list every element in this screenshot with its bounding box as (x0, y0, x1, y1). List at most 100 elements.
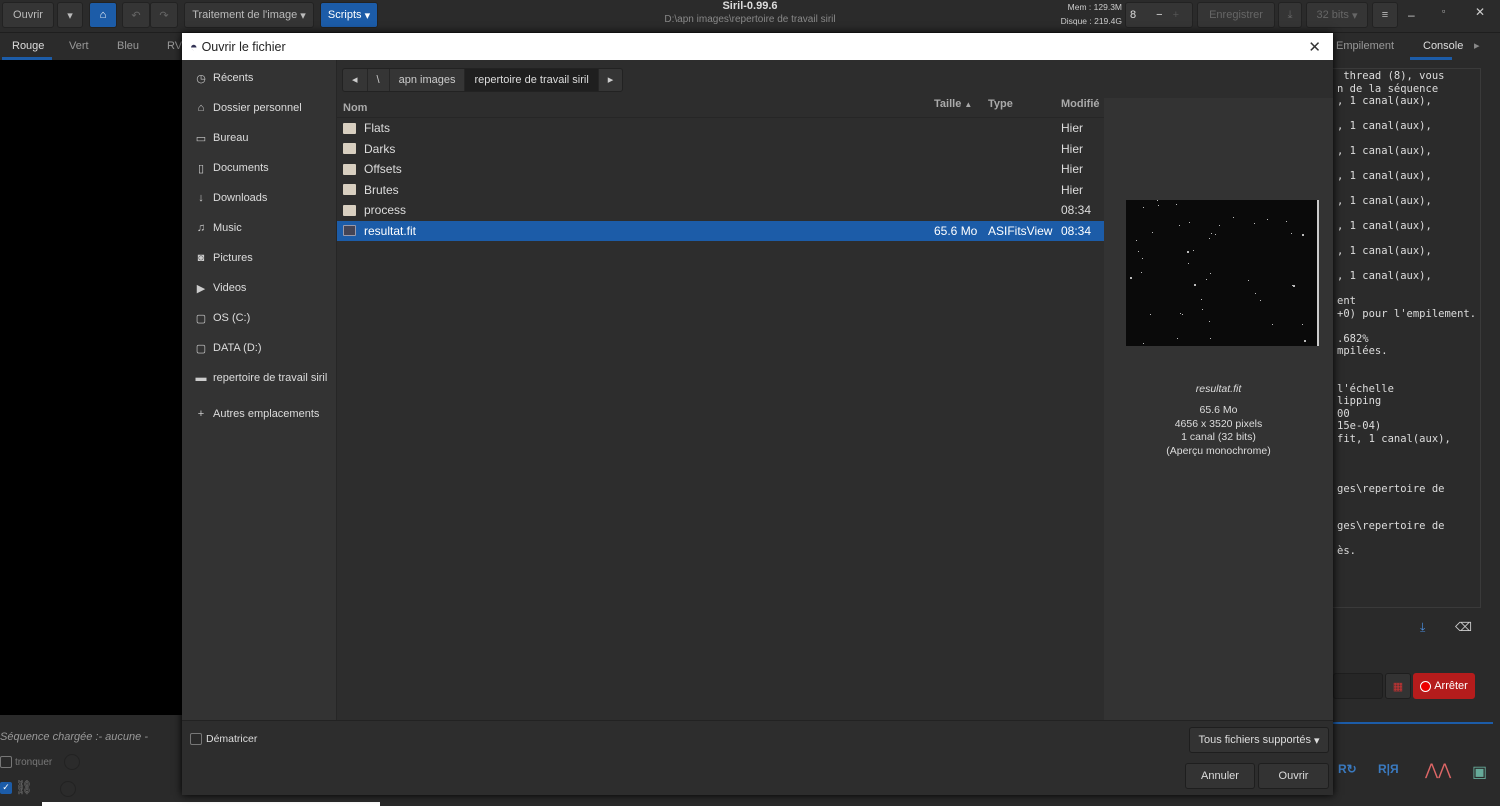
rotate-icon[interactable]: R↻ (1338, 762, 1357, 776)
col-name[interactable]: Nom (337, 98, 930, 117)
file-row[interactable]: resultat.fit 65.6 Mo ASIFitsView 08:34 (337, 220, 1104, 241)
close-window-icon[interactable]: ✕ (1475, 5, 1485, 19)
crumb-forward-icon[interactable]: ▸ (599, 69, 623, 91)
console-line: +0) pour l'empilement. (1337, 307, 1477, 320)
file-filter-select[interactable]: Tous fichiers supportés ▾ (1189, 727, 1329, 753)
crumb-root[interactable]: \ (368, 69, 390, 91)
scripts-menu[interactable]: Scripts ▾ (320, 2, 378, 28)
open-button[interactable]: Ouvrir (2, 2, 54, 28)
star-dot (1151, 232, 1153, 234)
place-downloads[interactable]: ↓ Downloads (194, 188, 267, 208)
file-row[interactable]: Flats Hier (337, 118, 1104, 139)
undo-icon[interactable]: ↶ (122, 2, 150, 28)
tab-console[interactable]: Console (1410, 33, 1463, 60)
label: Récents (213, 72, 254, 84)
cancel-button[interactable]: Annuler (1185, 763, 1255, 789)
menu-icon[interactable]: ≡ (1372, 2, 1398, 28)
close-icon[interactable]: ✕ (1308, 38, 1321, 56)
clear-console-icon[interactable]: ⌫ (1455, 620, 1472, 634)
crumb-back-icon[interactable]: ◂ (343, 69, 368, 91)
tab-rouge[interactable]: Rouge (2, 33, 52, 60)
redo-icon[interactable]: ↷ (150, 2, 178, 28)
value: 8 (1130, 9, 1137, 21)
file-modified: 08:34 (1061, 223, 1092, 238)
open-menu-button[interactable]: ▾ (57, 2, 83, 28)
place-videos[interactable]: ▶ Videos (194, 278, 247, 298)
file-row[interactable]: Offsets Hier (337, 159, 1104, 180)
download-icon: ↓ (198, 192, 204, 204)
open-file-button[interactable]: Ouvrir (1258, 763, 1329, 789)
link-checkbox[interactable]: ✓ (0, 782, 12, 794)
image-viewer[interactable] (0, 60, 182, 715)
col-modified[interactable]: Modifié (1057, 98, 1104, 117)
star-dot (1179, 224, 1181, 226)
image-stack-icon[interactable]: ▣ (1472, 762, 1487, 782)
place-dossier-personnel[interactable]: ⌂ Dossier personnel (194, 98, 302, 118)
drive-icon: ▢ (195, 312, 207, 325)
debayer-checkbox[interactable]: Dématricer (190, 733, 257, 745)
drive-icon: ▢ (195, 342, 207, 355)
mirror-icon[interactable]: R|Я (1378, 762, 1399, 776)
star-dot (1187, 251, 1190, 254)
file-name: Brutes (364, 182, 399, 197)
place-bureau[interactable]: ▭ Bureau (194, 128, 249, 148)
label: Tous fichiers supportés (1198, 734, 1311, 746)
crumb-apn-images[interactable]: apn images (390, 69, 466, 91)
save-as-icon[interactable]: ⤓ (1278, 2, 1302, 28)
star-dot (1158, 205, 1160, 207)
star-dot (1176, 203, 1178, 205)
place-other-locations[interactable]: + Autres emplacements (194, 404, 320, 424)
slider-handle-2[interactable] (60, 781, 76, 797)
threads-spinner[interactable]: 8− + (1125, 2, 1193, 28)
tab-empilement[interactable]: Empilement (1336, 33, 1394, 60)
star-dot (1205, 279, 1207, 281)
music-icon: ♫ (196, 222, 206, 234)
place-pictures[interactable]: ◙ Pictures (194, 248, 253, 268)
star-dot (1143, 206, 1145, 208)
scroll-to-end-icon[interactable]: ⤓ (1420, 620, 1425, 635)
tab-bleu[interactable]: Bleu (117, 33, 139, 60)
histogram-icon[interactable]: ⋀⋀ (1425, 760, 1451, 780)
checkbox[interactable] (190, 733, 202, 745)
truncate-checkbox[interactable]: tronquer (0, 756, 52, 768)
place-data-d-[interactable]: ▢ DATA (D:) (194, 338, 262, 358)
script-icon[interactable]: ▦ (1385, 673, 1411, 699)
file-row[interactable]: Brutes Hier (337, 180, 1104, 201)
bit-depth-select[interactable]: 32 bits ▾ (1306, 2, 1368, 28)
file-modified: Hier (1061, 182, 1084, 197)
maximize-icon[interactable]: ▫ (1442, 6, 1445, 16)
star-dot (1140, 271, 1142, 273)
star-dot (1192, 250, 1194, 252)
col-type[interactable]: Type (984, 98, 1057, 117)
console-line: , 1 canal(aux), (1337, 245, 1432, 257)
command-input[interactable] (1333, 673, 1383, 699)
star-dot (1157, 200, 1159, 202)
label: DATA (D:) (213, 342, 262, 354)
save-button[interactable]: Enregistrer (1197, 2, 1275, 28)
place-documents[interactable]: ▯ Documents (194, 158, 269, 178)
minimize-icon[interactable]: – (1408, 8, 1415, 22)
stop-button[interactable]: Arrêter (1413, 673, 1475, 699)
tabs-scroll-right-icon[interactable]: ▸ (1474, 33, 1480, 60)
place-repertoire-de-travail-siril[interactable]: ▬ repertoire de travail siril (194, 368, 328, 388)
place-r-cents[interactable]: ◷ Récents (194, 68, 253, 88)
star-dot (1142, 258, 1144, 260)
tab-vert[interactable]: Vert (69, 33, 89, 60)
star-dot (1135, 240, 1137, 242)
file-modified: Hier (1061, 141, 1084, 156)
home-icon[interactable]: ⌂ (89, 2, 117, 28)
image-processing-menu[interactable]: Traitement de l'image ▾ (184, 2, 314, 28)
star-dot (1232, 216, 1234, 218)
star-dot (1210, 337, 1212, 339)
place-os-c-[interactable]: ▢ OS (C:) (194, 308, 250, 328)
star-dot (1188, 222, 1190, 224)
col-size[interactable]: Taille ▲ (930, 98, 984, 117)
place-music[interactable]: ♫ Music (194, 218, 242, 238)
file-row[interactable]: Darks Hier (337, 139, 1104, 160)
slider-handle-1[interactable] (64, 754, 80, 770)
file-row[interactable]: process 08:34 (337, 200, 1104, 221)
checkbox[interactable] (0, 756, 12, 768)
crumb-current[interactable]: repertoire de travail siril (465, 69, 599, 91)
